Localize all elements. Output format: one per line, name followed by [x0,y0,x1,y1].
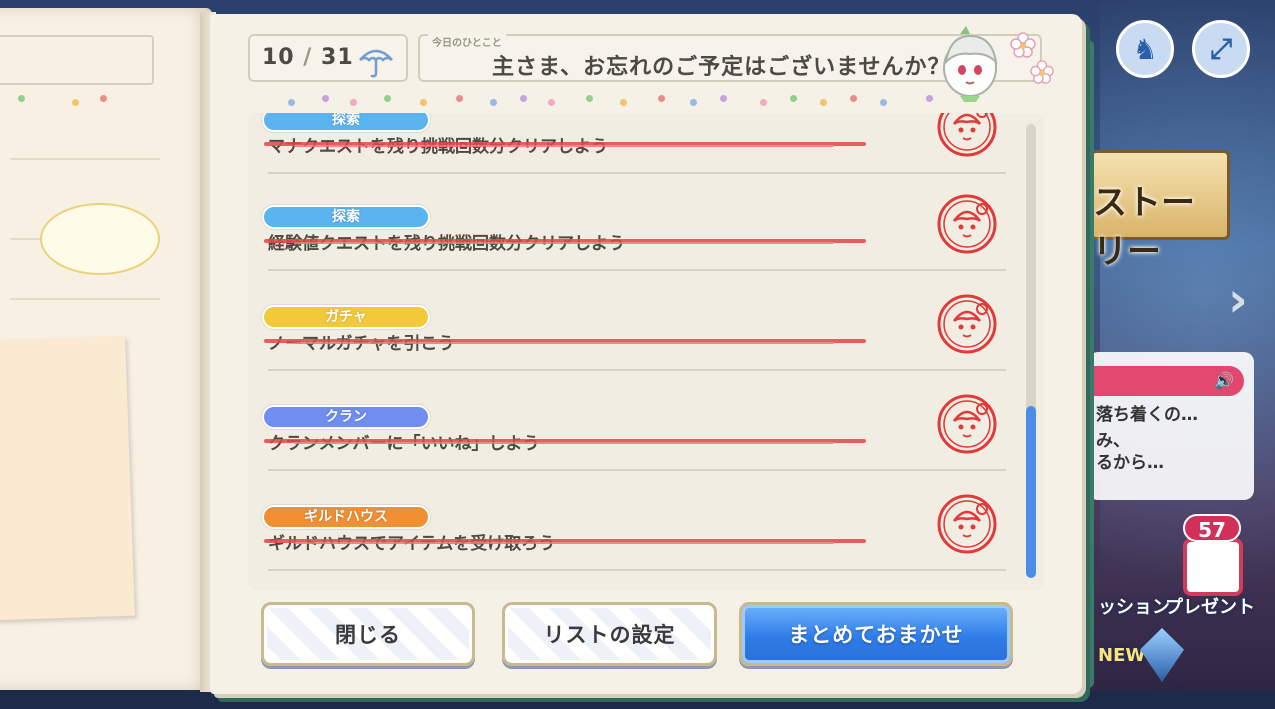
category-tag: ギルドハウス [262,505,430,529]
decorative-dot [790,95,797,102]
decorative-dot [620,99,627,106]
divider [268,269,1006,271]
category-tag: 探索 [262,205,430,229]
chat-line: るから… [1096,453,1164,473]
counter-current: 10 [262,45,295,70]
decorative-dot [880,99,887,106]
auto-all-button[interactable]: まとめておまかせ [739,602,1013,666]
decorative-dot [288,99,295,106]
category-tag: ガチャ [262,305,430,329]
left-page-box [0,35,154,85]
mission-row[interactable]: 探索 マナクエストを残り挑戦回数分クリアしよう [248,113,1028,208]
category-tag: クラン [262,405,430,429]
strikethrough-line [264,239,866,244]
completed-stamp-icon [937,194,997,254]
decorative-dot [548,99,555,106]
new-badge: NEW [1098,645,1146,666]
speaker-icon[interactable]: 🔊 [1214,371,1234,390]
decorative-dot [350,99,357,106]
story-banner[interactable]: ストーリー [1090,150,1230,272]
completed-stamp-icon [937,294,997,354]
decorative-dot [420,99,427,106]
counter-total: 31 [321,45,354,70]
chevron-right-icon[interactable]: › [1228,272,1258,328]
completed-stamp-icon [937,113,997,157]
decorative-dot [322,95,329,102]
scrollbar-thumb[interactable] [1026,406,1036,578]
decorative-dot [100,95,107,102]
message-text: 主さま、お忘れのご予定はございませんか？ [492,55,951,80]
mission-counter: 10 / 31 [248,34,408,82]
speech-bubble [40,203,160,275]
category-tag: 探索 [262,113,430,132]
gift-icon [1183,538,1243,596]
strikethrough-line [264,142,866,147]
decorative-dot [690,99,697,106]
strikethrough-line [264,539,866,544]
flower-icon [1010,32,1036,58]
mission-row[interactable]: ギルドハウス ギルドハウスでアイテムを受け取ろう [248,494,1028,590]
divider [268,369,1006,371]
decorative-dot [760,99,767,106]
book-left-page [0,8,212,690]
message-label: 今日のひとこと [428,34,506,49]
decorative-dot [926,95,933,102]
chat-panel[interactable]: 🔊 落ち着くの… み、 るから… [1088,352,1254,500]
character-portrait-icon [943,26,998,102]
divider [268,172,1006,174]
expand-icon[interactable]: ⤢ [1192,20,1250,78]
counter-separator: / [303,45,313,70]
close-button[interactable]: 閉じる [261,602,475,666]
list-settings-button[interactable]: リストの設定 [502,602,717,666]
umbrella-icon [359,49,393,78]
divider [268,469,1006,471]
completed-stamp-icon [937,394,997,454]
story-label: ストーリー [1093,183,1195,272]
mission-label: ッション [1098,597,1170,618]
scrollbar[interactable] [1026,124,1036,578]
divider [10,298,160,300]
book-edge [1080,40,1094,688]
present-label: プレゼント [1165,597,1255,618]
decorative-dot [850,95,857,102]
decorative-dot [384,95,391,102]
decorative-dot [720,95,727,102]
chat-header: 🔊 [1088,366,1244,396]
present-button[interactable]: 57 [1175,514,1251,600]
completed-stamp-icon [937,494,997,554]
decorative-dot [520,95,527,102]
decorative-dot [18,95,25,102]
mission-list[interactable]: 探索 マナクエストを残り挑戦回数分クリアしよう 探索 経験値クエストを残り挑戦回数分ク… [248,113,1044,590]
divider [268,569,1006,571]
chat-line: 落ち着くの… [1096,405,1198,425]
flower-icon [1030,60,1054,84]
character-icon[interactable]: ♞ [1116,20,1174,78]
present-count-badge: 57 [1183,514,1241,542]
mission-row[interactable]: ガチャ ノーマルガチャを引こう [248,294,1028,405]
decorative-dot [586,95,593,102]
decorative-dot [456,95,463,102]
mission-row[interactable]: クラン クランメンバーに「いいね」しよう [248,394,1028,505]
sticky-note [0,335,135,621]
strikethrough-line [264,339,866,344]
mission-row[interactable]: 探索 経験値クエストを残り挑戦回数分クリアしよう [248,194,1028,305]
decorative-dot [820,99,827,106]
strikethrough-line [264,439,866,444]
decorative-dot [490,99,497,106]
decorative-dot [72,99,79,106]
decorative-dot [658,95,665,102]
divider [10,158,160,160]
counter-text: 10 / 31 [262,45,354,70]
